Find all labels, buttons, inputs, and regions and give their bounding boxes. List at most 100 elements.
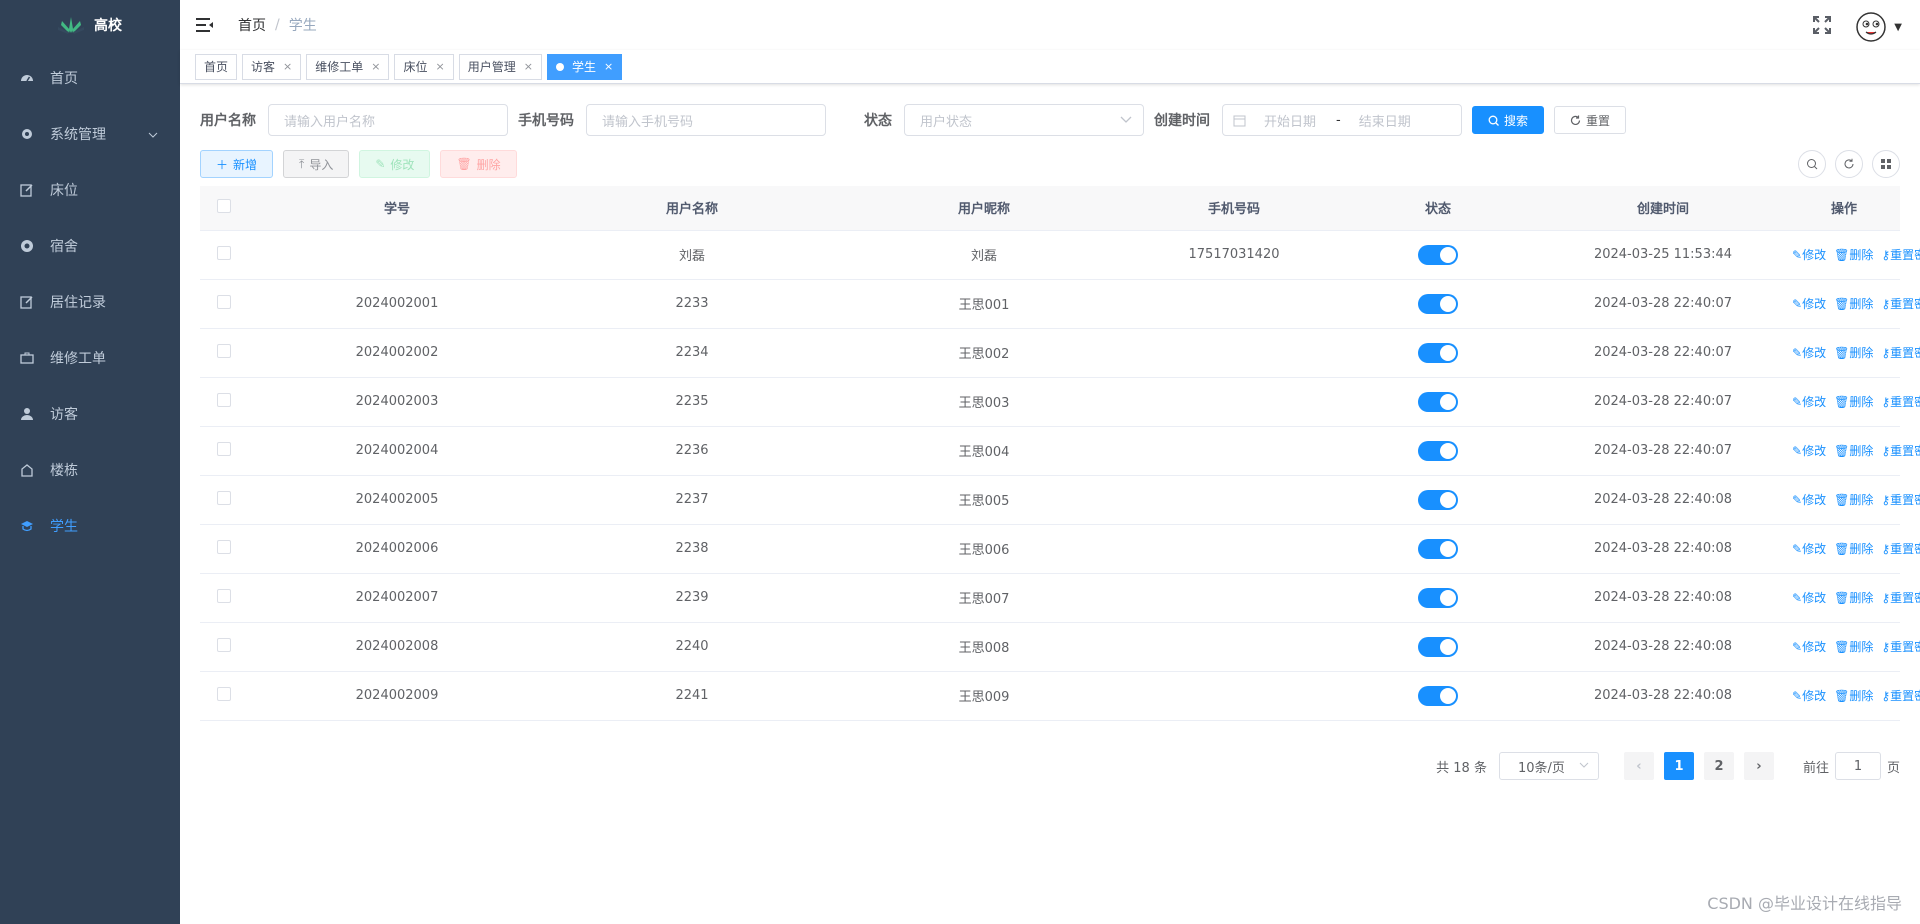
row-delete-link[interactable]: 🗑删除: [1834, 542, 1873, 556]
sidebar-item-2[interactable]: 床位: [0, 162, 180, 218]
row-checkbox[interactable]: [217, 294, 231, 309]
status-switch[interactable]: [1418, 293, 1458, 314]
status-select[interactable]: 用户状态: [904, 104, 1144, 136]
username-input[interactable]: 请输入用户名称: [268, 104, 508, 136]
toggle-search-button[interactable]: [1798, 150, 1826, 178]
row-checkbox[interactable]: [217, 441, 231, 456]
row-delete-link[interactable]: 🗑删除: [1834, 248, 1873, 262]
row-checkbox[interactable]: [217, 686, 231, 701]
cell-status: [1338, 475, 1538, 525]
row-checkbox[interactable]: [217, 539, 231, 554]
fullscreen-icon[interactable]: [1812, 15, 1832, 35]
row-reset-password-link[interactable]: ⚷重置密码: [1881, 248, 1920, 262]
end-date-input[interactable]: 结束日期: [1359, 111, 1411, 130]
select-all-checkbox[interactable]: [217, 198, 231, 213]
next-page-button[interactable]: ›: [1743, 752, 1774, 780]
tab-4[interactable]: 用户管理 ×: [458, 53, 542, 80]
sidebar-item-4[interactable]: 居住记录: [0, 274, 180, 330]
status-switch[interactable]: [1418, 391, 1458, 412]
row-edit-link[interactable]: ✎修改: [1792, 248, 1826, 262]
goto-input[interactable]: 1: [1834, 752, 1881, 780]
edit-button[interactable]: ✎ 修改: [359, 150, 431, 178]
status-switch[interactable]: [1418, 685, 1458, 706]
start-date-input[interactable]: 开始日期: [1264, 111, 1336, 130]
row-checkbox[interactable]: [217, 245, 231, 260]
row-delete-link[interactable]: 🗑删除: [1834, 640, 1873, 654]
status-switch[interactable]: [1418, 636, 1458, 657]
row-edit-link[interactable]: ✎修改: [1792, 640, 1826, 654]
status-switch[interactable]: [1418, 342, 1458, 363]
row-reset-password-link[interactable]: ⚷重置密码: [1881, 640, 1920, 654]
delete-button[interactable]: 🗑 删除: [440, 150, 517, 178]
sidebar-item-8[interactable]: 学生: [0, 498, 180, 554]
page-2-button[interactable]: 2: [1703, 752, 1734, 780]
close-icon[interactable]: ×: [524, 60, 533, 73]
page-size-select[interactable]: 10条/页: [1498, 752, 1599, 780]
refresh-button[interactable]: [1835, 150, 1863, 178]
tab-5[interactable]: 学生 ×: [546, 53, 623, 80]
sidebar-logo[interactable]: 高校: [0, 0, 180, 50]
row-edit-link[interactable]: ✎修改: [1792, 591, 1826, 605]
row-edit-link[interactable]: ✎修改: [1792, 395, 1826, 409]
search-button[interactable]: 搜索: [1472, 106, 1545, 134]
row-reset-label: 重置密码: [1890, 591, 1920, 605]
row-checkbox[interactable]: [217, 490, 231, 505]
add-button[interactable]: ＋ 新增: [200, 150, 274, 178]
close-icon[interactable]: ×: [604, 60, 613, 73]
tab-3[interactable]: 床位 ×: [394, 53, 454, 80]
row-delete-link[interactable]: 🗑删除: [1834, 395, 1873, 409]
row-edit-link[interactable]: ✎修改: [1792, 297, 1826, 311]
close-icon[interactable]: ×: [371, 60, 380, 73]
status-switch[interactable]: [1418, 587, 1458, 608]
phone-input[interactable]: 请输入手机号码: [586, 104, 826, 136]
sidebar-item-1[interactable]: 系统管理: [0, 106, 180, 162]
sidebar-item-0[interactable]: 首页: [0, 50, 180, 106]
row-delete-link[interactable]: 🗑删除: [1834, 444, 1873, 458]
row-checkbox[interactable]: [217, 392, 231, 407]
row-delete-link[interactable]: 🗑删除: [1834, 297, 1873, 311]
edit-icon: ✎: [375, 157, 386, 171]
page-1-button[interactable]: 1: [1663, 752, 1694, 780]
row-checkbox[interactable]: [217, 343, 231, 358]
row-edit-link[interactable]: ✎修改: [1792, 689, 1826, 703]
row-checkbox[interactable]: [217, 637, 231, 652]
sidebar-item-3[interactable]: 宿舍: [0, 218, 180, 274]
status-switch[interactable]: [1418, 440, 1458, 461]
row-delete-link[interactable]: 🗑删除: [1834, 493, 1873, 507]
row-reset-password-link[interactable]: ⚷重置密码: [1881, 444, 1920, 458]
prev-page-button[interactable]: ‹: [1623, 752, 1654, 780]
row-reset-password-link[interactable]: ⚷重置密码: [1881, 297, 1920, 311]
row-edit-link[interactable]: ✎修改: [1792, 493, 1826, 507]
row-delete-link[interactable]: 🗑删除: [1834, 346, 1873, 360]
sidebar-item-7[interactable]: 楼栋: [0, 442, 180, 498]
row-reset-password-link[interactable]: ⚷重置密码: [1881, 591, 1920, 605]
tab-1[interactable]: 访客 ×: [242, 53, 302, 80]
tab-0[interactable]: 首页: [195, 53, 238, 80]
breadcrumb-home[interactable]: 首页: [238, 15, 266, 35]
sidebar-item-6[interactable]: 访客: [0, 386, 180, 442]
row-reset-password-link[interactable]: ⚷重置密码: [1881, 346, 1920, 360]
status-switch[interactable]: [1418, 244, 1458, 265]
row-checkbox[interactable]: [217, 588, 231, 603]
columns-button[interactable]: [1872, 150, 1900, 178]
close-icon[interactable]: ×: [283, 60, 292, 73]
sidebar-item-5[interactable]: 维修工单: [0, 330, 180, 386]
hamburger-icon[interactable]: [196, 17, 214, 33]
tab-2[interactable]: 维修工单 ×: [306, 53, 390, 80]
status-switch[interactable]: [1418, 489, 1458, 510]
reset-button[interactable]: 重置: [1554, 106, 1627, 134]
status-switch[interactable]: [1418, 538, 1458, 559]
row-reset-password-link[interactable]: ⚷重置密码: [1881, 493, 1920, 507]
close-icon[interactable]: ×: [436, 60, 445, 73]
user-menu[interactable]: ▼: [1856, 12, 1902, 42]
row-edit-link[interactable]: ✎修改: [1792, 444, 1826, 458]
row-delete-link[interactable]: 🗑删除: [1834, 689, 1873, 703]
date-range-picker[interactable]: 开始日期 - 结束日期: [1222, 104, 1462, 136]
import-button[interactable]: ⤒ 导入: [283, 150, 350, 178]
row-reset-password-link[interactable]: ⚷重置密码: [1881, 689, 1920, 703]
row-delete-link[interactable]: 🗑删除: [1834, 591, 1873, 605]
row-reset-password-link[interactable]: ⚷重置密码: [1881, 542, 1920, 556]
row-edit-link[interactable]: ✎修改: [1792, 346, 1826, 360]
row-edit-link[interactable]: ✎修改: [1792, 542, 1826, 556]
row-reset-password-link[interactable]: ⚷重置密码: [1881, 395, 1920, 409]
